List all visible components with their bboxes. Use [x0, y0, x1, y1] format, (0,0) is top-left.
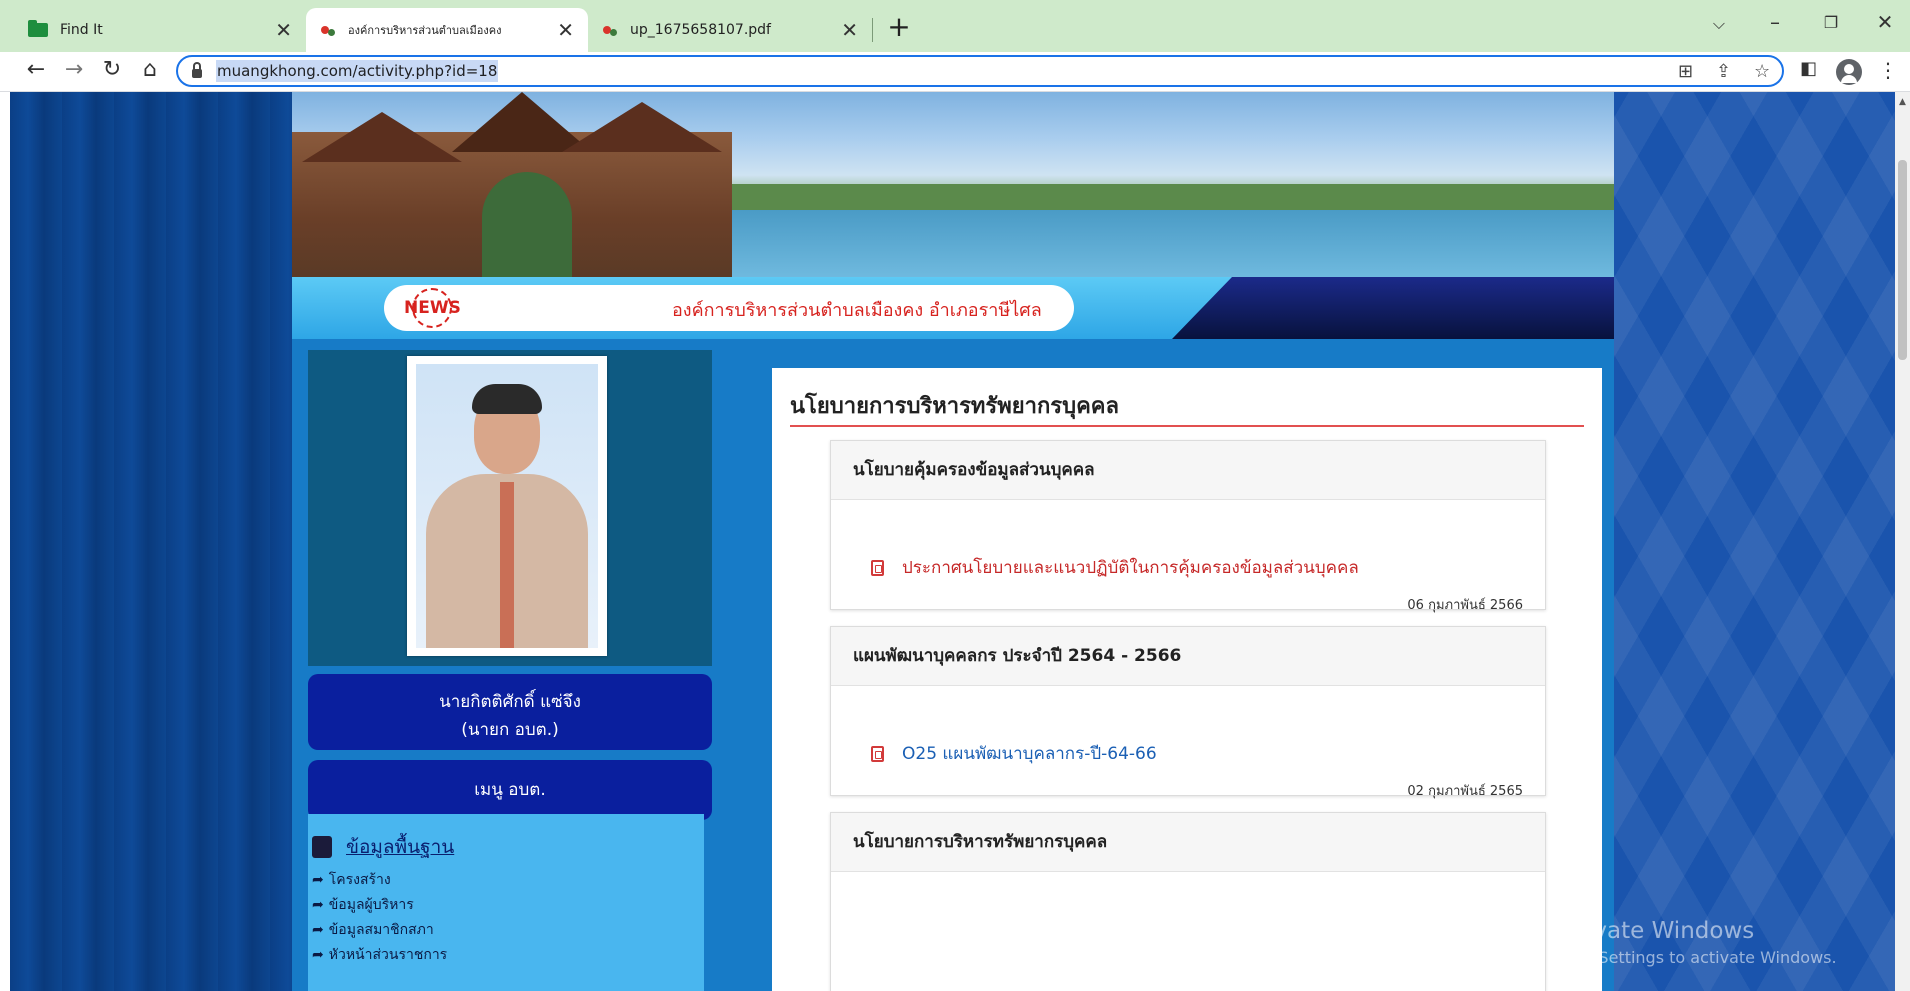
menu-title: เมนู อบต.: [308, 760, 712, 820]
minimize-icon[interactable]: –: [1760, 10, 1790, 34]
url-text[interactable]: muangkhong.com/activity.php?id=18: [216, 60, 499, 82]
edit-document-icon: [312, 836, 332, 858]
translate-icon[interactable]: ⊞: [1678, 61, 1693, 82]
page-viewport: NEWS องค์การบริหารส่วนตำบลเมืองคง อำเภอร…: [10, 92, 1895, 991]
share-arrow-icon: ➦: [312, 897, 324, 913]
news-logo: NEWS: [404, 288, 461, 328]
share-arrow-icon: ➦: [312, 872, 324, 888]
document-link[interactable]: O25 แผนพัฒนาบุคลากร-ปี-64-66: [871, 740, 1157, 767]
sidebar-item-label: ข้อมูลผู้บริหาร: [328, 897, 414, 913]
new-tab-button[interactable]: +: [886, 10, 912, 43]
title-divider: [790, 425, 1584, 427]
share-arrow-icon: ➦: [312, 947, 324, 963]
windows-activation-watermark: Activate Windows Go to Settings to activ…: [1550, 918, 1837, 967]
background-pattern: [1612, 92, 1895, 991]
tab-label: Find It: [60, 22, 103, 38]
sidebar-item-label: โครงสร้าง: [328, 872, 391, 888]
bookmark-star-icon[interactable]: ☆: [1754, 61, 1770, 82]
profile-avatar-icon[interactable]: [1836, 59, 1862, 85]
menu-dots-icon[interactable]: ⋮: [1878, 58, 1898, 82]
watermark-line2: Go to Settings to activate Windows.: [1550, 948, 1837, 967]
folder-icon: [28, 20, 48, 37]
tab-strip: Find It ✕ องค์การบริหารส่วนตำบลเมืองคง ✕…: [0, 0, 1910, 52]
back-icon[interactable]: ←: [22, 57, 50, 82]
policy-card: นโยบายคุ้มครองข้อมูลส่วนบุคคล ประกาศนโยบ…: [830, 440, 1546, 613]
header-banner-image: [292, 92, 1614, 277]
mayor-title: (นายก อบต.): [461, 720, 559, 740]
page-title: นโยบายการบริหารทรัพยากรบุคคล: [790, 394, 1119, 419]
forward-icon[interactable]: →: [60, 57, 88, 82]
main-content: นโยบายการบริหารทรัพยากรบุคคล นโยบายคุ้มค…: [772, 368, 1602, 991]
scrollbar-thumb[interactable]: [1898, 160, 1907, 360]
tab-find-it[interactable]: Find It ✕: [14, 8, 306, 52]
sidebar-item-department-heads[interactable]: ➦ หัวหน้าส่วนราชการ: [312, 944, 447, 966]
sidebar-item-label: ข้อมูลสมาชิกสภา: [328, 922, 434, 938]
close-tab-icon[interactable]: ✕: [557, 18, 574, 42]
tab-search-icon[interactable]: ⌵: [1704, 14, 1734, 34]
card-header: นโยบายคุ้มครองข้อมูลส่วนบุคคล: [831, 441, 1545, 500]
tab-label: up_1675658107.pdf: [630, 22, 771, 38]
card-header: นโยบายการบริหารทรัพยากรบุคคล: [831, 813, 1545, 872]
restore-icon[interactable]: ❐: [1816, 13, 1846, 32]
share-icon[interactable]: ⇪: [1716, 61, 1731, 82]
tab-muangkhong[interactable]: องค์การบริหารส่วนตำบลเมืองคง ✕: [306, 8, 588, 52]
site-container: NEWS องค์การบริหารส่วนตำบลเมืองคง อำเภอร…: [292, 92, 1614, 991]
policy-card: นโยบายการบริหารทรัพยากรบุคคล: [830, 812, 1546, 991]
document-link-label: O25 แผนพัฒนาบุคลากร-ปี-64-66: [902, 744, 1157, 764]
scroll-up-icon[interactable]: ▲: [1899, 97, 1906, 107]
side-panel-icon[interactable]: ◧: [1800, 58, 1817, 79]
document-link[interactable]: ประกาศนโยบายและแนวปฏิบัติในการคุ้มครองข้…: [871, 554, 1359, 581]
document-date: 02 กุมภาพันธ์ 2565: [1407, 784, 1523, 799]
lock-icon[interactable]: [192, 61, 202, 78]
watermark-line1: Activate Windows: [1550, 918, 1755, 944]
org-name: องค์การบริหารส่วนตำบลเมืองคง อำเภอราษีไศ…: [672, 300, 1042, 321]
news-bar-accent: [1172, 277, 1614, 339]
close-tab-icon[interactable]: ✕: [275, 18, 292, 42]
browser-toolbar: ← → ↻ ⌂ muangkhong.com/activity.php?id=1…: [0, 52, 1910, 92]
pdf-icon: [871, 559, 884, 576]
mayor-name: นายกิตติศักดิ์ แซ่จึง: [439, 692, 581, 712]
mayor-name-card: นายกิตติศักดิ์ แซ่จึง (นายก อบต.): [308, 674, 712, 750]
reload-icon[interactable]: ↻: [98, 57, 126, 82]
home-icon[interactable]: ⌂: [136, 57, 164, 82]
sidebar-item-label: หัวหน้าส่วนราชการ: [328, 947, 448, 963]
sidebar-item-structure[interactable]: ➦ โครงสร้าง: [312, 869, 391, 891]
pdf-icon: [871, 745, 884, 762]
close-window-icon[interactable]: ✕: [1870, 10, 1900, 34]
site-logo-icon: [602, 22, 618, 38]
site-logo-icon: [320, 22, 336, 38]
sidebar-item-executives[interactable]: ➦ ข้อมูลผู้บริหาร: [312, 894, 414, 916]
mayor-photo: [416, 364, 598, 648]
document-date: 06 กุมภาพันธ์ 2566: [1407, 598, 1523, 613]
share-arrow-icon: ➦: [312, 922, 324, 938]
policy-card: แผนพัฒนาบุคคลกร ประจำปี 2564 - 2566 O25 …: [830, 626, 1546, 799]
card-header: แผนพัฒนาบุคคลกร ประจำปี 2564 - 2566: [831, 627, 1545, 686]
sidebar-item-council[interactable]: ➦ ข้อมูลสมาชิกสภา: [312, 919, 434, 941]
close-tab-icon[interactable]: ✕: [841, 18, 858, 42]
tab-separator: [872, 18, 873, 42]
address-bar[interactable]: muangkhong.com/activity.php?id=18 ⊞ ⇪ ☆: [176, 55, 1784, 87]
menu-section-basic-info[interactable]: ข้อมูลพื้นฐาน: [312, 832, 454, 862]
menu-section-label: ข้อมูลพื้นฐาน: [346, 836, 455, 858]
document-link-label: ประกาศนโยบายและแนวปฏิบัติในการคุ้มครองข้…: [902, 558, 1359, 578]
tab-label: องค์การบริหารส่วนตำบลเมืองคง: [348, 24, 502, 37]
tab-pdf[interactable]: up_1675658107.pdf ✕: [588, 8, 872, 52]
